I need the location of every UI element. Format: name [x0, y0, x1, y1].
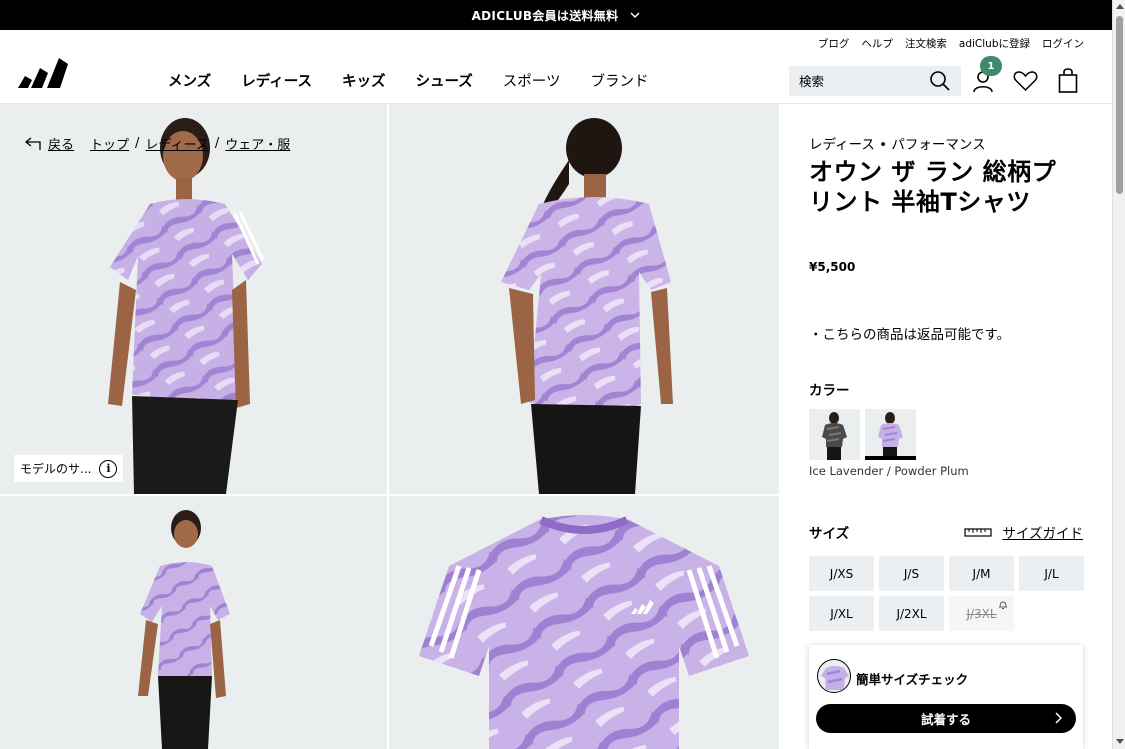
utility-links: ブログ ヘルプ 注文検索 adiClubに登録 ログイン [818, 36, 1084, 51]
nav-item-mens[interactable]: メンズ [168, 70, 211, 91]
product-price: ¥5,500 [809, 260, 856, 274]
product-image-back[interactable] [389, 104, 779, 494]
product-image-detail[interactable] [389, 496, 779, 749]
size-option-xl[interactable]: J/XL [809, 596, 874, 631]
util-link-register[interactable]: adiClubに登録 [959, 36, 1030, 51]
ruler-icon [964, 528, 992, 537]
returns-note: ・こちらの商品は返品可能です。 [809, 327, 1011, 343]
size-option-xs[interactable]: J/XS [809, 556, 874, 591]
size-guide-label: サイズガイド [1002, 526, 1083, 542]
model-size-info-chip[interactable]: モデルのサ... i [14, 455, 124, 482]
scroll-up-arrow-icon[interactable] [1116, 4, 1124, 9]
util-link-blog[interactable]: ブログ [818, 36, 850, 51]
promo-text: ADICLUB会員は送料無料 [471, 8, 619, 23]
nav-item-womens[interactable]: レディース [241, 70, 312, 91]
chevron-right-icon [1055, 712, 1062, 724]
promo-banner[interactable]: ADICLUB会員は送料無料 [0, 0, 1112, 30]
breadcrumb-separator: / [214, 136, 220, 151]
util-link-order-search[interactable]: 注文検索 [905, 36, 947, 51]
nav-item-shoes[interactable]: シューズ [415, 70, 472, 91]
back-link[interactable]: 戻る [24, 134, 74, 153]
selected-color-name: Ice Lavender / Powder Plum [809, 464, 969, 478]
search-input[interactable] [799, 73, 924, 89]
size-guide-link[interactable]: サイズガイド [964, 522, 1083, 542]
size-option-m[interactable]: J/M [949, 556, 1014, 591]
product-gallery: 戻る トップ / レディース / ウェア・服 モデルのサ... i [0, 104, 779, 749]
size-option-s[interactable]: J/S [879, 556, 944, 591]
account-badge: 1 [980, 56, 1002, 76]
breadcrumb-womens[interactable]: レディース [145, 134, 208, 153]
breadcrumb: 戻る トップ / レディース / ウェア・服 [24, 134, 290, 153]
search-box [789, 66, 961, 96]
chevron-down-icon [630, 12, 640, 18]
fit-check-thumbnail [817, 659, 851, 693]
product-title: オウン ザ ラン 総柄プリント 半袖Tシャツ [809, 158, 1057, 216]
size-label: サイズ [809, 526, 850, 542]
adidas-logo[interactable] [18, 52, 74, 88]
search-icon[interactable] [929, 70, 951, 92]
main-nav: メンズ レディース キッズ シューズ スポーツ ブランド [168, 70, 648, 91]
nav-item-sports[interactable]: スポーツ [503, 70, 561, 91]
product-info-panel: レディース • パフォーマンス オウン ザ ラン 総柄プリント 半袖Tシャツ ¥… [780, 104, 1112, 749]
cart-bag-icon[interactable] [1058, 68, 1078, 94]
product-image-front[interactable] [0, 104, 387, 494]
nav-item-brands[interactable]: ブランド [590, 70, 648, 91]
fit-check-card: 簡単サイズチェック 試着する [809, 645, 1083, 749]
scroll-down-arrow-icon[interactable] [1116, 739, 1124, 744]
color-swatch-lavender-selected[interactable] [865, 409, 916, 460]
util-link-login[interactable]: ログイン [1042, 36, 1084, 51]
size-3xl-label: J/3XL [966, 606, 997, 621]
size-grid: J/XS J/S J/M J/L J/XL J/2XL J/3XL [809, 556, 1084, 631]
back-label: 戻る [48, 138, 75, 153]
size-option-l[interactable]: J/L [1019, 556, 1084, 591]
fit-check-title: 簡単サイズチェック [856, 672, 969, 687]
color-swatch-dark[interactable] [809, 409, 860, 460]
back-arrow-icon [24, 136, 41, 150]
wishlist-heart-icon[interactable] [1013, 70, 1038, 92]
notify-bell-icon [999, 601, 1007, 609]
page-scrollbar[interactable] [1112, 0, 1125, 749]
size-option-2xl[interactable]: J/2XL [879, 596, 944, 631]
breadcrumb-separator: / [135, 136, 140, 151]
breadcrumb-apparel[interactable]: ウェア・服 [225, 134, 290, 153]
color-label: カラー [809, 383, 850, 399]
scroll-thumb[interactable] [1116, 16, 1123, 194]
try-on-button[interactable]: 試着する [816, 704, 1076, 733]
size-option-3xl-out-of-stock[interactable]: J/3XL [949, 596, 1014, 631]
breadcrumb-top[interactable]: トップ [90, 134, 129, 153]
try-on-label: 試着する [920, 712, 971, 727]
product-category: レディース • パフォーマンス [809, 137, 986, 153]
product-image-full-body[interactable] [0, 496, 387, 749]
model-size-label: モデルのサ... [20, 462, 92, 476]
info-icon: i [99, 459, 118, 478]
util-link-help[interactable]: ヘルプ [861, 36, 893, 51]
site-header: ブログ ヘルプ 注文検索 adiClubに登録 ログイン メンズ レディース キ… [0, 30, 1112, 104]
nav-item-kids[interactable]: キッズ [342, 70, 386, 91]
